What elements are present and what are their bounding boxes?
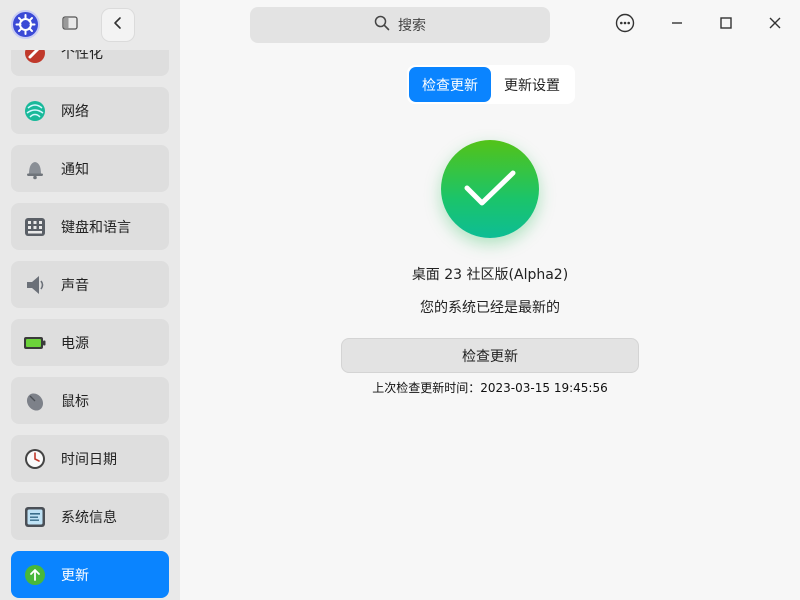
battery-icon xyxy=(23,331,47,355)
info-icon xyxy=(23,505,47,529)
sidebar-item-label: 网络 xyxy=(61,103,89,120)
minimize-icon xyxy=(670,16,684,34)
update-tabs: 检查更新 更新设置 xyxy=(407,65,575,104)
close-icon xyxy=(768,16,782,34)
tab-update-settings[interactable]: 更新设置 xyxy=(491,67,573,102)
speaker-icon xyxy=(23,273,47,297)
search-placeholder: 搜索 xyxy=(398,18,426,34)
sidebar-item-label: 鼠标 xyxy=(61,393,89,410)
bell-icon xyxy=(23,157,47,181)
sidebar-item-sound[interactable]: 声音 xyxy=(11,261,169,308)
close-button[interactable] xyxy=(759,9,791,41)
chevron-left-icon xyxy=(113,16,123,34)
sidebar-item-label: 通知 xyxy=(61,161,89,178)
sidebar-item-mouse[interactable]: 鼠标 xyxy=(11,377,169,424)
up-to-date-check-icon xyxy=(441,140,539,238)
sidebar-titlebar xyxy=(0,0,180,50)
sidebar-item-label: 键盘和语言 xyxy=(61,219,131,236)
sidebar-item-network[interactable]: 网络 xyxy=(11,87,169,134)
sidebar: 个性化 网络 通知 键盘和语言 声音 电源 鼠标 时间日期 系统信息 更新 xyxy=(0,0,180,600)
sidebar-toggle-icon xyxy=(62,16,78,34)
minimize-button[interactable] xyxy=(661,9,693,41)
search-input[interactable]: 搜索 xyxy=(250,7,550,43)
check-update-button[interactable]: 检查更新 xyxy=(341,338,639,373)
main-menu-button[interactable] xyxy=(609,9,641,41)
more-options-icon xyxy=(615,13,635,37)
update-status: 您的系统已经是最新的 xyxy=(420,300,560,316)
search-icon xyxy=(374,15,390,35)
clock-icon xyxy=(23,447,47,471)
sidebar-item-label: 电源 xyxy=(61,335,89,352)
titlebar: 搜索 xyxy=(180,0,800,50)
sidebar-item-system-info[interactable]: 系统信息 xyxy=(11,493,169,540)
last-check-time: 上次检查更新时间：2023-03-15 19:45:56 xyxy=(372,381,608,395)
maximize-icon xyxy=(719,16,733,34)
system-version: 桌面 23 社区版(Alpha2) xyxy=(411,267,569,283)
sidebar-item-power[interactable]: 电源 xyxy=(11,319,169,366)
back-button[interactable] xyxy=(102,9,134,41)
sidebar-item-notifications[interactable]: 通知 xyxy=(11,145,169,192)
update-arrow-icon xyxy=(23,563,47,587)
sidebar-toggle-button[interactable] xyxy=(54,9,86,41)
sidebar-nav: 个性化 网络 通知 键盘和语言 声音 电源 鼠标 时间日期 系统信息 更新 xyxy=(11,29,169,600)
settings-window: 个性化 网络 通知 键盘和语言 声音 电源 鼠标 时间日期 系统信息 更新 搜索… xyxy=(0,0,800,600)
sidebar-item-label: 更新 xyxy=(61,567,89,584)
sidebar-item-label: 时间日期 xyxy=(61,451,117,468)
sidebar-item-keyboard[interactable]: 键盘和语言 xyxy=(11,203,169,250)
tab-check-update[interactable]: 检查更新 xyxy=(409,67,491,102)
maximize-button[interactable] xyxy=(710,9,742,41)
keyboard-icon xyxy=(23,215,47,239)
update-panel: 检查更新 更新设置 桌面 23 社区版(Alpha2) 您的系统已经是最新的 检… xyxy=(180,50,800,600)
sidebar-item-label: 系统信息 xyxy=(61,509,117,526)
sidebar-item-label: 声音 xyxy=(61,277,89,294)
app-logo-icon xyxy=(11,10,40,39)
mouse-icon xyxy=(23,389,47,413)
sidebar-item-datetime[interactable]: 时间日期 xyxy=(11,435,169,482)
sidebar-item-update[interactable]: 更新 xyxy=(11,551,169,598)
network-icon xyxy=(23,99,47,123)
